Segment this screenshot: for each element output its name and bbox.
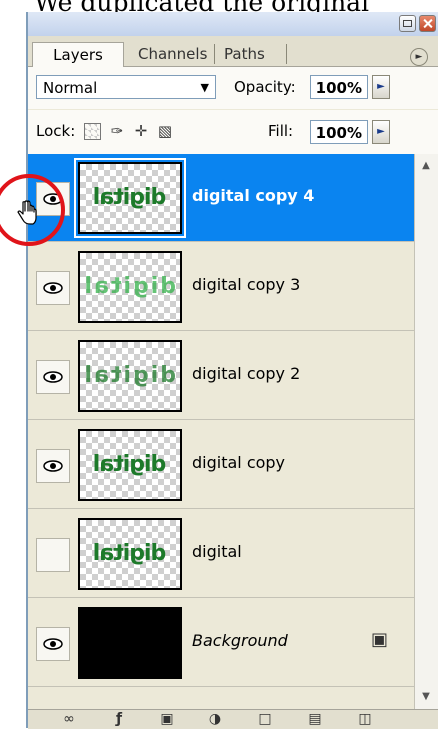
layers-panel: Layers Channels Paths ► Normal ▼ Opacity…: [26, 12, 438, 729]
fill-slider-arrow-icon[interactable]: ►: [372, 120, 390, 144]
layer-thumbnail: digital: [78, 518, 182, 590]
new-layer-icon[interactable]: ▤: [304, 711, 326, 728]
hand-cursor-icon: [16, 200, 38, 230]
fill-input[interactable]: 100%: [310, 120, 368, 144]
layer-thumbnail: digital: [78, 429, 182, 501]
trash-icon[interactable]: ◫: [354, 711, 376, 728]
blend-mode-value: Normal: [43, 79, 98, 97]
opacity-slider-arrow-icon[interactable]: ►: [372, 75, 390, 99]
visibility-eye-icon[interactable]: [36, 360, 70, 394]
lock-fill-row: Lock: ✑ ✛ ▧ Fill: 100% ►: [28, 110, 438, 155]
opacity-label: Opacity:: [234, 78, 296, 96]
digital-text-art: digital: [93, 185, 167, 210]
tab-layers[interactable]: Layers: [32, 42, 124, 67]
layer-row[interactable]: Background ▣: [28, 599, 414, 687]
lock-all-icon[interactable]: ▧: [156, 122, 174, 140]
blend-mode-select[interactable]: Normal ▼: [36, 75, 216, 99]
fill-label: Fill:: [268, 122, 294, 140]
panel-footer-toolbar: ∞ ƒ ▣ ◑ □ ▤ ◫: [28, 709, 438, 729]
layer-name[interactable]: digital copy 3: [192, 275, 300, 294]
digital-text-art: digital: [82, 363, 176, 388]
layer-row[interactable]: digital digital copy 4: [28, 154, 414, 242]
layer-row[interactable]: digital digital copy 2: [28, 332, 414, 420]
layers-list: digital digital copy 4 digital digital c…: [28, 154, 414, 709]
layer-thumbnail: digital: [78, 251, 182, 323]
layer-name[interactable]: digital copy: [192, 453, 285, 472]
adjustment-layer-icon[interactable]: ◑: [204, 711, 226, 728]
visibility-eye-icon[interactable]: [36, 449, 70, 483]
digital-text-art: digital: [82, 274, 176, 299]
tab-divider: [286, 44, 287, 64]
layer-name[interactable]: digital copy 4: [192, 186, 314, 205]
close-button[interactable]: [419, 15, 436, 32]
layer-row[interactable]: digital digital: [28, 510, 414, 598]
digital-text-art: digital: [93, 541, 167, 566]
lock-label: Lock:: [36, 122, 76, 140]
opacity-input[interactable]: 100%: [310, 75, 368, 99]
layers-scrollbar[interactable]: ▲ ▼: [414, 154, 438, 709]
scroll-down-arrow-icon[interactable]: ▼: [415, 687, 437, 707]
tab-channels[interactable]: Channels: [130, 42, 218, 66]
chevron-down-icon: ▼: [200, 81, 209, 94]
panel-titlebar: [28, 12, 438, 36]
new-group-icon[interactable]: □: [254, 711, 276, 728]
layer-name[interactable]: Background: [192, 631, 288, 650]
digital-text-art: digital: [93, 452, 167, 477]
tab-paths[interactable]: Paths: [216, 42, 288, 66]
layer-mask-icon[interactable]: ▣: [156, 711, 178, 728]
panel-menu-arrow-icon[interactable]: ►: [410, 48, 428, 66]
layer-lock-icon: ▣: [370, 629, 388, 650]
lock-transparent-pixels-icon[interactable]: [84, 123, 101, 140]
layer-name[interactable]: digital copy 2: [192, 364, 300, 383]
blend-opacity-row: Normal ▼ Opacity: 100% ►: [28, 67, 438, 109]
panel-tabs: Layers Channels Paths ►: [28, 36, 438, 67]
lock-image-pixels-icon[interactable]: ✑: [108, 122, 126, 140]
layer-thumbnail: digital: [78, 340, 182, 412]
layer-row[interactable]: digital digital copy: [28, 421, 414, 509]
lock-position-icon[interactable]: ✛: [132, 122, 150, 140]
tab-divider: [214, 44, 215, 64]
minimize-button[interactable]: [399, 15, 416, 32]
layer-name[interactable]: digital: [192, 542, 242, 561]
visibility-eye-icon[interactable]: [36, 627, 70, 661]
link-layers-icon[interactable]: ∞: [58, 711, 80, 728]
layer-thumbnail: [78, 607, 182, 679]
visibility-eye-icon[interactable]: [36, 271, 70, 305]
layer-thumbnail: digital: [78, 162, 182, 234]
layer-row[interactable]: digital digital copy 3: [28, 243, 414, 331]
scroll-up-arrow-icon[interactable]: ▲: [415, 156, 437, 176]
layer-style-icon[interactable]: ƒ: [108, 711, 130, 728]
visibility-toggle-empty[interactable]: [36, 538, 70, 572]
